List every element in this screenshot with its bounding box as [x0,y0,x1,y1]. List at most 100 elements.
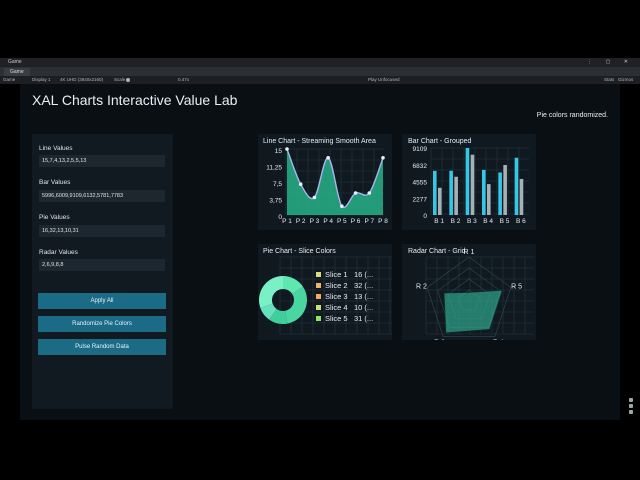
bar-1-3 [465,148,470,215]
line-x-tick: P 2 [296,218,306,225]
scroll-icon [629,410,633,414]
pie-values-label: Pie Values [39,214,70,221]
legend-swatch-1 [316,272,321,277]
value-input-panel: Line Values 15,7,4,13,2,5,5,13 Bar Value… [32,134,173,409]
line-point-3 [312,195,317,200]
game-view: XAL Charts Interactive Value Lab Pie col… [20,84,620,420]
window-controls[interactable]: ⋮ ▢ ✕ [587,58,634,67]
window-title: Game [8,59,22,65]
line-point-2 [298,182,303,186]
bar-2-1 [438,187,442,215]
apply-all-button[interactable]: Apply All [38,293,166,309]
bar-x-tick: B 1 [434,218,444,225]
side-scroll-indicators [627,396,635,420]
bar-y-tick: 6832 [413,163,428,170]
pie-chart-card: Pie Chart - Slice Colors Slice 1 16 (... S… [258,244,392,340]
legend-value-3: 13 (... [354,292,373,301]
bar-x-tick: B 4 [483,218,493,225]
line-point-7 [367,191,372,195]
radar-axis-label-1: R 1 [464,249,475,256]
legend-label-3: Slice 3 [325,292,348,301]
editor-window-titlebar: Game ⋮ ▢ ✕ [0,58,640,67]
legend-label-4: Slice 4 [325,303,348,312]
line-y-tick: 7,5 [273,181,282,188]
legend-label-5: Slice 5 [325,314,348,323]
line-chart-card: Line Chart - Streaming Smooth Area 15 11,… [258,134,392,230]
stats-toggle[interactable]: Stats [604,76,614,84]
editor-tab-bar: Game [0,67,640,76]
bar-y-tick: 4555 [413,180,428,187]
bar-2-6 [519,178,524,215]
line-y-tick: 11,25 [266,165,282,172]
radar-area [443,289,504,334]
legend-swatch-2 [316,283,321,288]
bar-2-2 [454,176,458,215]
pie-slice-2 [285,286,307,324]
mode-dropdown[interactable]: Game [3,76,15,84]
bar-1-5 [498,172,502,215]
page-title: XAL Charts Interactive Value Lab [32,92,238,108]
line-values-input[interactable]: 15,7,4,13,2,5,5,13 [39,155,165,167]
bar-y-tick: 2277 [413,196,428,203]
line-x-tick: P 3 [310,218,320,225]
bar-x-tick: B 6 [516,218,526,225]
pulse-random-data-button[interactable]: Pulse Random Data [38,339,166,355]
line-chart: 1511,257,53,750P 1P 2P 3P 4P 5P 6P 7P 8 [266,147,388,225]
legend-value-1: 16 (... [354,270,373,279]
radar-values-input[interactable]: 2,6,9,8,8 [39,259,165,271]
radar-chart-card: Radar Chart - Grid R 1R 5R 4R 3R 2 [402,244,536,340]
resolution-dropdown[interactable]: 4K UHD (3840x2160) [60,76,103,84]
line-x-tick: P 6 [351,218,361,225]
bar-x-tick: B 3 [467,218,477,225]
legend-value-5: 31 (... [354,314,373,323]
line-point-8 [381,156,385,160]
line-y-tick: 3,75 [269,198,282,205]
legend-value-2: 32 (... [354,281,373,290]
line-point-6 [353,191,358,195]
line-y-tick: 15 [275,148,283,155]
bar-values-input[interactable]: 5996,6009,9109,6132,5781,7783 [39,190,165,202]
legend-value-4: 10 (... [354,303,373,312]
pie-values-input[interactable]: 16,32,13,10,31 [39,225,165,237]
game-view-toolbar: Game Display 1 4K UHD (3840x2160) Scale … [0,76,640,84]
line-x-tick: P 1 [282,218,292,225]
line-x-tick: P 8 [378,218,388,225]
scale-value: 0.47x [178,77,190,82]
line-point-5 [340,204,344,208]
radar-axis-label-4: R 3 [434,339,445,340]
line-point-4 [326,156,330,160]
scale-label: Scale [114,77,126,82]
radar-chart: R 1 R 5 R 4 R 3 R 2 [416,249,534,340]
bar-2-4 [487,184,491,215]
radar-axis-label-3: R 4 [493,339,504,340]
status-message: Pie colors randomized. [536,112,608,119]
mic-icon [629,398,633,402]
gizmos-toggle[interactable]: Gizmos [618,76,633,84]
legend-swatch-3 [316,294,321,299]
bar-chart: 9109 6832 4555 2277 0 B 1 B 2 B 3 B 4 B 5 B 6 [413,146,529,225]
pie-chart: Slice 1 16 (... Slice 2 32 (... Slice 3 13 (.… [259,256,392,335]
line-values-label: Line Values [39,145,73,152]
randomize-pie-colors-button[interactable]: Randomize Pie Colors [38,316,166,332]
radar-axis-label-5: R 2 [416,284,427,291]
line-point-1 [285,147,289,151]
bar-values-label: Bar Values [39,179,71,186]
line-x-tick: P 5 [337,218,347,225]
bar-2-3 [470,154,475,215]
bar-1-4 [482,169,486,215]
tab-game[interactable]: Game [4,68,30,76]
bar-x-tick: B 5 [500,218,510,225]
line-x-tick: P 7 [364,218,374,225]
legend-swatch-5 [316,316,321,321]
radar-values-label: Radar Values [39,249,78,256]
bar-chart-card: Bar Chart - Grouped 9109 6832 4555 2277 0 B 1… [402,134,536,230]
scroll-icon [629,404,633,408]
bar-1-6 [514,157,519,215]
legend-label-1: Slice 1 [325,270,348,279]
play-mode-dropdown[interactable]: Play Unfocused [368,76,400,84]
display-dropdown[interactable]: Display 1 [32,76,51,84]
pie-slice-5 [259,276,283,308]
bar-y-tick: 0 [423,213,427,220]
scale-slider[interactable] [126,78,130,82]
radar-axis-label-2: R 5 [511,284,522,291]
